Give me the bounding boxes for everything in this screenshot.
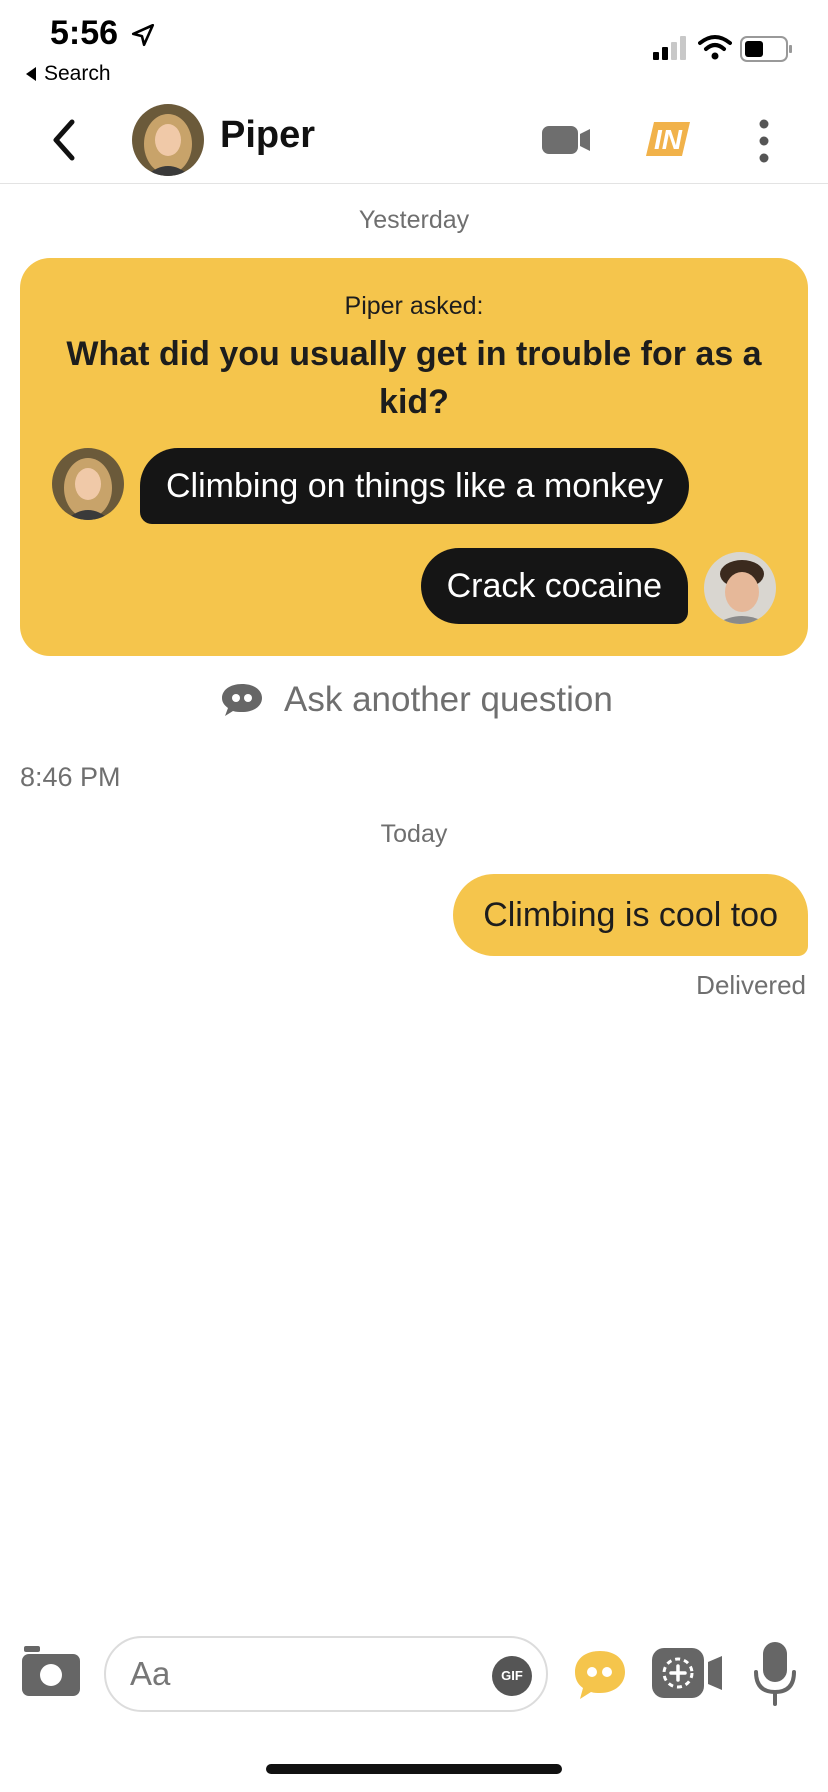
- day-separator-yesterday: Yesterday: [358, 206, 470, 234]
- question-game-card: Piper asked: What did you usually get in…: [20, 258, 808, 656]
- question-text: What did you usually get in trouble for …: [66, 335, 762, 421]
- message-composer: GIF: [0, 1630, 828, 1716]
- question-quote-icon: [222, 684, 262, 716]
- piper-photo-icon: [132, 104, 204, 176]
- video-note-icon[interactable]: [650, 1646, 726, 1700]
- piper-avatar[interactable]: [52, 448, 124, 520]
- day-separator-today: Today: [380, 820, 448, 848]
- more-options-icon[interactable]: [752, 118, 776, 164]
- status-time: 5:56: [50, 14, 119, 52]
- wifi-icon: [698, 35, 732, 60]
- delivery-status: Delivered: [696, 970, 806, 1000]
- camera-icon[interactable]: [20, 1644, 82, 1700]
- location-arrow-icon: [131, 23, 155, 47]
- gif-button[interactable]: GIF: [492, 1656, 532, 1696]
- back-triangle-icon: [26, 67, 36, 81]
- my-answer-bubble[interactable]: Crack cocaine: [420, 548, 688, 624]
- piper-answer-bubble[interactable]: Climbing on things like a monkey: [140, 448, 690, 524]
- contact-name[interactable]: Piper: [220, 114, 315, 157]
- chat-header: Piper IN: [0, 100, 828, 184]
- question-game-icon[interactable]: [572, 1648, 628, 1702]
- back-chevron-icon[interactable]: [44, 116, 84, 164]
- question-asked-label: Piper asked:: [344, 292, 484, 320]
- microphone-icon[interactable]: [752, 1640, 798, 1708]
- contact-avatar[interactable]: [132, 104, 204, 176]
- message-timestamp: 8:46 PM: [20, 762, 121, 792]
- piper-photo-icon: [52, 448, 124, 520]
- my-photo-icon: [704, 552, 776, 624]
- sent-message-bubble[interactable]: Climbing is cool too: [453, 874, 808, 956]
- in-badge-text: IN: [654, 124, 683, 155]
- ask-another-label: Ask another question: [284, 680, 613, 719]
- back-to-search-link[interactable]: Search: [26, 62, 111, 86]
- cellular-signal-icon: [653, 36, 686, 60]
- my-avatar[interactable]: [704, 552, 776, 624]
- ask-another-question-button[interactable]: Ask another question: [220, 680, 613, 720]
- back-app-label: Search: [44, 62, 111, 85]
- home-indicator[interactable]: [266, 1764, 562, 1774]
- battery-icon: [740, 36, 792, 62]
- status-bar: 5:56 Search: [0, 0, 828, 100]
- message-input[interactable]: [104, 1636, 548, 1712]
- video-call-icon[interactable]: [540, 120, 594, 160]
- bumble-in-icon[interactable]: IN: [638, 116, 694, 162]
